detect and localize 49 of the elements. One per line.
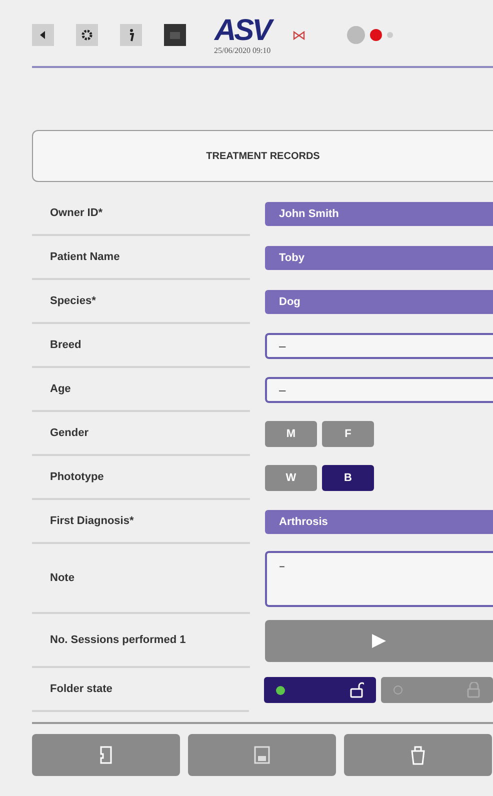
unlocked-padlock-icon	[350, 682, 364, 698]
value-field[interactable]: Toby	[265, 246, 493, 270]
tutorial-button[interactable]	[164, 24, 186, 46]
back-icon	[39, 31, 47, 39]
status-dot	[276, 686, 285, 694]
field-label: Breed	[32, 324, 250, 368]
info-icon	[128, 28, 134, 42]
back-button[interactable]	[32, 24, 54, 46]
field-label: Phototype	[32, 456, 250, 500]
status-dot	[370, 29, 382, 41]
field-label: Age	[32, 368, 250, 412]
option-button[interactable]: B	[322, 465, 374, 491]
save-button[interactable]	[188, 734, 336, 776]
status-dot	[346, 26, 365, 44]
delete-button[interactable]	[344, 734, 492, 776]
input-field[interactable]: –	[265, 377, 493, 403]
field-label: Gender	[32, 412, 250, 456]
field-label: Folder state	[32, 668, 249, 712]
field-label: No. Sessions performed 1	[32, 614, 250, 668]
status-dot	[386, 32, 393, 38]
input-field[interactable]: –	[265, 333, 493, 359]
document-icon	[99, 746, 113, 764]
video-icon	[170, 32, 180, 38]
field-label: Owner ID*	[32, 192, 250, 236]
option-button[interactable]: F	[322, 421, 374, 447]
option-button[interactable]: M	[265, 421, 317, 447]
settings-icon	[81, 29, 93, 41]
info-button[interactable]	[120, 24, 142, 46]
option-button[interactable]: W	[265, 465, 317, 491]
trash-icon	[411, 745, 425, 765]
value-field[interactable]: John Smith	[265, 202, 493, 226]
settings-button[interactable]	[76, 24, 98, 46]
play-button[interactable]	[265, 620, 493, 662]
folder-state-button[interactable]	[264, 677, 376, 703]
logo: ASV	[214, 16, 270, 46]
value-field[interactable]: Dog	[265, 290, 493, 314]
date-time: 25/06/2020 09:10	[214, 46, 271, 54]
note-field[interactable]: –	[265, 551, 493, 607]
padlock-icon	[467, 682, 481, 698]
title-card: TREATMENT RECORDS	[32, 130, 493, 182]
bow-icon	[292, 30, 305, 40]
field-label: Species*	[32, 280, 250, 324]
export-button[interactable]	[32, 734, 180, 776]
field-label: First Diagnosis*	[32, 500, 250, 544]
field-label: Note	[32, 544, 250, 614]
play-icon	[372, 634, 386, 648]
ring-icon	[393, 685, 403, 695]
field-label: Patient Name	[32, 236, 250, 280]
value-field[interactable]: Arthrosis	[265, 510, 493, 534]
